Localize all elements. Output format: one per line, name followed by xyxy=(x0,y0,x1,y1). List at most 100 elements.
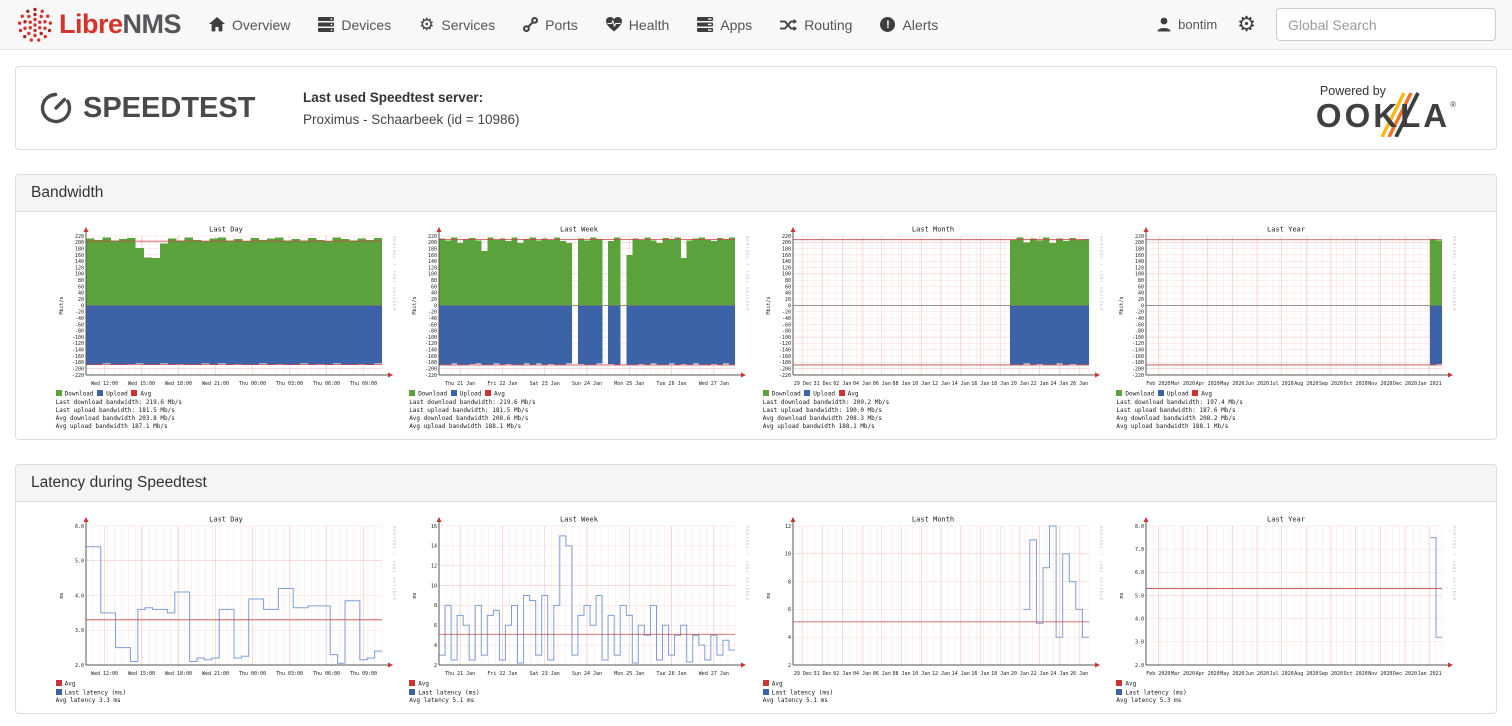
svg-text:10 Jan: 10 Jan xyxy=(912,381,930,387)
svg-text:160: 160 xyxy=(1135,253,1144,259)
svg-text:Sun 24 Jan: Sun 24 Jan xyxy=(572,381,602,387)
latency-panel-title: Latency during Speedtest xyxy=(16,465,1496,502)
svg-text:08 Jan: 08 Jan xyxy=(892,381,910,387)
svg-text:May 2020: May 2020 xyxy=(1221,381,1245,387)
svg-text:Nov 2020: Nov 2020 xyxy=(1369,381,1393,387)
svg-text:Feb 2020: Feb 2020 xyxy=(1147,381,1171,387)
svg-text:Fri 22 Jan: Fri 22 Jan xyxy=(488,381,518,387)
svg-text:26 Jan: 26 Jan xyxy=(1070,381,1088,387)
latency-graph-last-week[interactable]: 246810121416Thu 21 JanFri 22 JanSat 23 J… xyxy=(409,514,749,705)
svg-text:Thu 00:00: Thu 00:00 xyxy=(239,381,266,387)
svg-text:-100: -100 xyxy=(425,335,437,341)
svg-text:-40: -40 xyxy=(428,316,437,322)
rrd-graph-svg: -220-200-180-160-140-120-100-80-60-40-20… xyxy=(56,224,396,389)
rrd-graph-svg: -220-200-180-160-140-120-100-80-60-40-20… xyxy=(1116,224,1456,389)
svg-text:10: 10 xyxy=(785,552,791,558)
nav-item-health[interactable]: Health xyxy=(606,17,669,33)
nav-label: Ports xyxy=(545,17,578,33)
svg-text:20: 20 xyxy=(78,297,84,303)
nav-item-ports[interactable]: Ports xyxy=(523,17,578,33)
rrd-graph-svg: -220-200-180-160-140-120-100-80-60-40-20… xyxy=(763,224,1103,389)
brand-libre: Libre xyxy=(59,9,123,39)
registered-mark: ® xyxy=(1450,100,1456,109)
latency-graph-last-day[interactable]: 2.03.04.05.06.0Wed 12:00Wed 15:00Wed 18:… xyxy=(56,514,396,705)
health-icon xyxy=(606,17,622,32)
svg-text:20 Jan: 20 Jan xyxy=(1011,671,1029,677)
nav-item-apps[interactable]: Apps xyxy=(697,17,752,33)
svg-text:Mon 25 Jan: Mon 25 Jan xyxy=(614,381,644,387)
latency-graph-last-month[interactable]: 2468101229 Dec31 Dec02 Jan04 Jan06 Jan08… xyxy=(763,514,1103,705)
svg-text:-40: -40 xyxy=(75,316,84,322)
nav-item-routing[interactable]: Routing xyxy=(780,17,852,33)
ookla-branding: Powered by OOKLA ® xyxy=(1316,84,1474,132)
svg-text:Mbit/s: Mbit/s xyxy=(412,296,418,314)
nav-item-overview[interactable]: Overview xyxy=(209,17,290,33)
svg-text:-120: -120 xyxy=(779,341,791,347)
bandwidth-graph-last-week[interactable]: -220-200-180-160-140-120-100-80-60-40-20… xyxy=(409,224,749,431)
svg-text:Wed 15:00: Wed 15:00 xyxy=(128,671,155,677)
svg-text:May 2020: May 2020 xyxy=(1221,671,1245,677)
svg-text:-80: -80 xyxy=(428,329,437,335)
svg-text:40: 40 xyxy=(785,291,791,297)
svg-text:Sat 23 Jan: Sat 23 Jan xyxy=(530,671,560,677)
nav-label: Overview xyxy=(232,17,290,33)
svg-text:Thu 06:00: Thu 06:00 xyxy=(313,381,340,387)
last-used-server-value: Proximus - Schaarbeek (id = 10986) xyxy=(303,112,1316,127)
svg-text:26 Jan: 26 Jan xyxy=(1070,671,1088,677)
navbar: LibreNMS Overview Devices ⚙ Services Por… xyxy=(0,0,1512,50)
svg-text:Last Day: Last Day xyxy=(209,226,243,234)
svg-text:02 Jan: 02 Jan xyxy=(833,671,851,677)
svg-text:Last Year: Last Year xyxy=(1267,515,1305,523)
librenms-logo[interactable]: LibreNMS xyxy=(16,6,181,44)
svg-text:Apr 2020: Apr 2020 xyxy=(1196,381,1220,387)
svg-text:-20: -20 xyxy=(428,310,437,316)
bandwidth-graph-last-month[interactable]: -220-200-180-160-140-120-100-80-60-40-20… xyxy=(763,224,1103,431)
speedtest-wordmark: SPEEDTEST xyxy=(83,92,255,125)
svg-text:Oct 2020: Oct 2020 xyxy=(1344,671,1368,677)
svg-text:Wed 27 Jan: Wed 27 Jan xyxy=(699,381,729,387)
svg-text:2.0: 2.0 xyxy=(75,663,84,669)
svg-text:-220: -220 xyxy=(425,373,437,379)
svg-text:8: 8 xyxy=(434,603,437,609)
nav-label: Services xyxy=(441,17,495,33)
svg-text:RRDTOOL / TOBI OETIKER: RRDTOOL / TOBI OETIKER xyxy=(392,526,396,601)
svg-text:Oct 2020: Oct 2020 xyxy=(1344,381,1368,387)
svg-text:-200: -200 xyxy=(779,366,791,372)
svg-text:-160: -160 xyxy=(1132,354,1144,360)
nav-item-services[interactable]: ⚙ Services xyxy=(419,16,495,33)
bandwidth-graph-last-day[interactable]: -220-200-180-160-140-120-100-80-60-40-20… xyxy=(56,224,396,431)
svg-text:10: 10 xyxy=(431,583,437,589)
svg-text:06 Jan: 06 Jan xyxy=(873,671,891,677)
latency-graph-last-year[interactable]: 2.03.04.05.06.07.08.0Feb 2020Mar 2020Apr… xyxy=(1116,514,1456,705)
svg-text:Sat 23 Jan: Sat 23 Jan xyxy=(530,381,560,387)
svg-text:-80: -80 xyxy=(782,329,791,335)
svg-text:-100: -100 xyxy=(72,335,84,341)
svg-text:Sep 2020: Sep 2020 xyxy=(1319,671,1343,677)
svg-text:120: 120 xyxy=(75,265,84,271)
svg-text:140: 140 xyxy=(1135,259,1144,265)
svg-text:-140: -140 xyxy=(72,348,84,354)
svg-text:-140: -140 xyxy=(425,348,437,354)
svg-text:4.0: 4.0 xyxy=(75,593,84,599)
svg-text:24 Jan: 24 Jan xyxy=(1050,381,1068,387)
bandwidth-graph-last-year[interactable]: -220-200-180-160-140-120-100-80-60-40-20… xyxy=(1116,224,1456,431)
svg-text:-100: -100 xyxy=(1132,335,1144,341)
svg-text:80: 80 xyxy=(78,278,84,284)
nav-label: Routing xyxy=(804,17,852,33)
svg-text:Feb 2020: Feb 2020 xyxy=(1147,671,1171,677)
svg-text:-200: -200 xyxy=(72,366,84,372)
global-search-input[interactable] xyxy=(1276,8,1496,41)
nav-item-alerts[interactable]: ! Alerts xyxy=(880,17,938,33)
svg-text:RRDTOOL / TOBI OETIKER: RRDTOOL / TOBI OETIKER xyxy=(1099,236,1103,311)
svg-text:Wed 18:00: Wed 18:00 xyxy=(165,671,192,677)
svg-text:Fri 22 Jan: Fri 22 Jan xyxy=(488,671,518,677)
settings-gear-icon[interactable]: ⚙ xyxy=(1237,14,1256,35)
svg-text:200: 200 xyxy=(1135,240,1144,246)
graph-legend: Download Upload Avg Last download bandwi… xyxy=(1116,390,1456,431)
user-menu[interactable]: bontim xyxy=(1157,17,1217,32)
home-icon xyxy=(209,17,225,32)
svg-text:29 Dec: 29 Dec xyxy=(794,381,812,387)
nav-item-devices[interactable]: Devices xyxy=(318,17,391,33)
svg-text:16 Jan: 16 Jan xyxy=(971,381,989,387)
svg-text:Tue 26 Jan: Tue 26 Jan xyxy=(657,381,687,387)
